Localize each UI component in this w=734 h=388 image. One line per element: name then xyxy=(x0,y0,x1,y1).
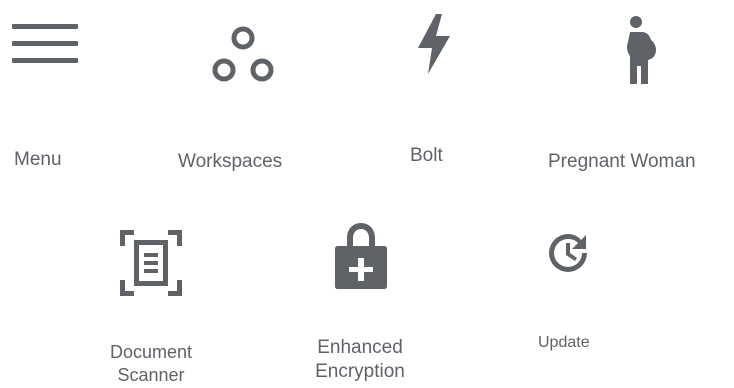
document-scanner-label-line2: Scanner xyxy=(117,364,185,385)
workspaces-icon xyxy=(212,26,274,82)
workspaces-label: Workspaces xyxy=(178,151,283,172)
pregnant-woman-label: Pregnant Woman xyxy=(548,151,696,172)
enhanced-encryption-icon xyxy=(335,223,387,289)
document-scanner-label-line1: Document xyxy=(109,342,193,362)
enhanced-encryption-label-line1: Enhanced xyxy=(317,337,403,358)
pregnant-woman-icon xyxy=(626,16,656,84)
enhanced-encryption-label: Enhanced Encryption xyxy=(296,336,424,384)
update-icon xyxy=(549,234,587,272)
document-scanner-label: Document Scanner xyxy=(95,341,207,386)
enhanced-encryption-label-line2: Encryption xyxy=(315,360,405,382)
menu-icon xyxy=(12,24,78,63)
update-label: Update xyxy=(538,334,590,351)
document-scanner-icon xyxy=(120,230,182,296)
icon-grid: { "icons": [ {"name": "menu-icon", "labe… xyxy=(0,0,734,388)
bolt-icon xyxy=(418,14,450,74)
menu-label: Menu xyxy=(14,149,62,170)
bolt-label: Bolt xyxy=(410,145,443,166)
